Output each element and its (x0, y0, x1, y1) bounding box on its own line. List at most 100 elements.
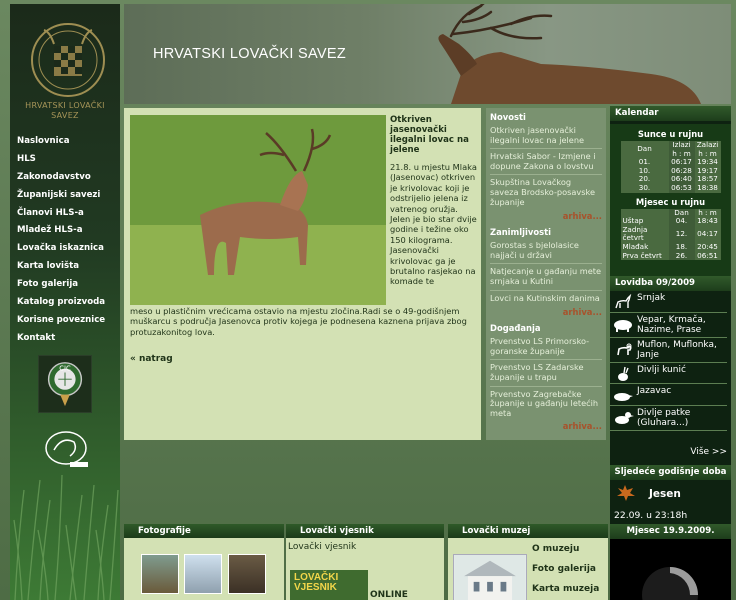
vjesnik-text: Lovački vjesnik (288, 542, 357, 552)
game-row-jazavac[interactable]: Jazavac (610, 384, 727, 406)
divider (490, 174, 602, 176)
nav-item-hls[interactable]: HLS (10, 151, 120, 169)
photo-thumbnail[interactable] (228, 554, 266, 594)
autumn-leaf-icon (617, 485, 635, 501)
sun-cell: 18:38 (694, 183, 721, 193)
game-label: Divlje patke (Gluhara...) (637, 407, 691, 428)
nav-item-mladez[interactable]: Mladež HLS-a (10, 222, 120, 240)
museum-box: Lovački muzej O muzeju Foto galerija Kar… (448, 524, 608, 600)
museum-link-gallery[interactable]: Foto galerija (532, 564, 596, 574)
game-label: Divlji kunić (637, 364, 686, 375)
article-body-side: 21.8. u mjestu Mlaka (Jasenovac) otkrive… (390, 162, 477, 287)
news-item[interactable]: Hrvatski Sabor - Izmjene i dopune Zakona… (486, 151, 606, 171)
rabbit-icon (618, 366, 629, 381)
main-navigation: Naslovnica HLS Zakonodavstvo Županijski … (10, 133, 120, 348)
nav-item-zakonodavstvo[interactable]: Zakonodavstvo (10, 169, 120, 187)
season-date: 22.09. u 23:18h (614, 510, 688, 521)
sun-header-set: Zalazi h : m (694, 140, 721, 159)
moon-cell: Prva četvrt (620, 251, 669, 261)
vjesnik-online-label[interactable]: ONLINE (370, 590, 408, 600)
game-row-patke[interactable]: Divlje patke (Gluhara...) (610, 406, 727, 431)
news-item[interactable]: Natjecanje u gađanju mete srnjaka u Kuti… (486, 266, 606, 286)
divider (490, 148, 602, 150)
news-item[interactable]: Prvenstvo Zagrebačke županije u gađanju … (486, 389, 606, 419)
divider (490, 289, 602, 291)
sun-cell: 30. (620, 183, 669, 193)
nav-item-kontakt[interactable]: Kontakt (10, 330, 120, 348)
events-archive-link[interactable]: arhiva... (486, 421, 606, 431)
game-row-vepar[interactable]: Vepar, Krmača, Nazime, Prase (610, 313, 727, 338)
divider (490, 359, 602, 361)
moon-cell: 06:51 (694, 251, 721, 261)
news-column: Novosti Otkriven jasenovački ilegalni lo… (486, 108, 606, 440)
news-item[interactable]: Lovci na Kutinskim danima (486, 293, 606, 304)
page: HRVATSKI LOVAČKI SAVEZ Naslovnica HLS Za… (0, 0, 736, 600)
photo-thumbnail[interactable] (184, 554, 222, 594)
game-row-srnjak[interactable]: Srnjak (610, 291, 727, 313)
mouflon-icon (617, 343, 632, 355)
game-row-muflon[interactable]: Muflon, Muflonka, Janje (610, 338, 727, 363)
interesting-archive-link[interactable]: arhiva... (486, 307, 606, 317)
museum-building-icon[interactable] (453, 554, 527, 600)
left-sidebar: HRVATSKI LOVAČKI SAVEZ Naslovnica HLS Za… (10, 4, 120, 600)
game-label: Jazavac (637, 386, 672, 396)
game-label: Vepar, Krmača, Nazime, Prase (637, 314, 706, 335)
nav-item-naslovnica[interactable]: Naslovnica (10, 133, 120, 151)
vjesnik-body: Lovački vjesnik LOVAČKI VJESNIK ONLINE (286, 538, 444, 600)
news-item[interactable]: Gorostas s bjelolasice najjači u državi (486, 240, 606, 260)
lovidba-title: Lovidba 09/2009 (610, 276, 731, 291)
vjesnik-title: Lovački vjesnik (286, 524, 444, 538)
nav-item-foto-galerija[interactable]: Foto galerija (10, 276, 120, 294)
news-item[interactable]: Prvenstvo LS Primorsko-goranske županije (486, 336, 606, 356)
game-row-kunic[interactable]: Divlji kunić (610, 363, 727, 384)
season-name: Jesen (649, 488, 681, 500)
moon-cell: 18:43 (694, 217, 721, 226)
roaring-stag-icon (438, 4, 701, 104)
nav-item-zupanijski-savezi[interactable]: Županijski savezi (10, 187, 120, 205)
season-title: Sljedeće godišnje doba (610, 465, 731, 480)
nav-item-clanovi[interactable]: Članovi HLS-a (10, 205, 120, 223)
sun-table: Dan Izlazi h : m Zalazi h : m 01. 06:17 19… (620, 140, 721, 193)
red-deer-photo-icon (130, 115, 386, 305)
badger-icon (614, 393, 633, 401)
moon-phase-title: Mjesec 19.9.2009. (610, 524, 731, 539)
museum-link-map[interactable]: Karta muzeja (532, 584, 599, 594)
photos-body (124, 538, 284, 600)
divider (490, 385, 602, 387)
season-panel: Sljedeće godišnje doba Jesen 22.09. u 23… (610, 465, 731, 525)
cic-badge-icon[interactable]: CIC (38, 355, 92, 413)
news-section-title: Događanja (490, 323, 541, 334)
lovidba-more-link[interactable]: Više >> (690, 447, 727, 457)
moon-table: Dan h : m Uštap 04. 18:43 Zadnja četvrt 12.… (620, 208, 721, 261)
photo-thumbnail[interactable] (141, 554, 179, 594)
site-title[interactable]: HRVATSKI LOVAČKI SAVEZ (153, 46, 346, 62)
vjesnik-box: Lovački vjesnik Lovački vjesnik LOVAČKI … (286, 524, 444, 600)
vjesnik-cover[interactable]: LOVAČKI VJESNIK (290, 570, 368, 600)
moon-cell: 04. (668, 217, 695, 226)
news-item[interactable]: Otkriven jasenovački ilegalni lovac na j… (486, 125, 606, 145)
right-sidebar: Kalendar Sunce u rujnu Dan Izlazi h : m … (610, 106, 731, 600)
news-item[interactable]: Skupština Lovačkog saveza Brodsko-posavs… (486, 178, 606, 207)
hls-logo-icon[interactable] (30, 22, 106, 98)
boar-icon (614, 319, 632, 332)
nav-item-katalog-proizvoda[interactable]: Katalog proizvoda (10, 294, 120, 312)
sun-header-day: Dan (620, 141, 669, 159)
news-section-title: Zanimljivosti (490, 227, 551, 238)
grass-decoration-icon (13, 474, 119, 600)
moon-image (610, 539, 731, 600)
calendar-panel: Sunce u rujnu Dan Izlazi h : m Zalazi h … (610, 124, 731, 276)
museum-link-about[interactable]: O muzeju (532, 544, 579, 554)
news-archive-link[interactable]: arhiva... (486, 211, 606, 221)
news-item[interactable]: Prvenstvo LS Zadarske županije u trapu (486, 362, 606, 382)
moon-cell: Zadnja četvrt (620, 225, 669, 243)
header-banner: HRVATSKI LOVAČKI SAVEZ (124, 4, 731, 104)
sun-cell: 06:53 (668, 183, 695, 193)
season-body: Jesen 22.09. u 23:18h (610, 480, 731, 524)
nav-item-lovacka-iskaznica[interactable]: Lovačka iskaznica (10, 240, 120, 258)
vjesnik-cover-title: LOVAČKI VJESNIK (294, 572, 339, 593)
nav-item-korisne-poveznice[interactable]: Korisne poveznice (10, 312, 120, 330)
nav-item-karta-lovista[interactable]: Karta lovišta (10, 258, 120, 276)
moon-month-title: Mjesec u rujnu (635, 196, 706, 207)
moon-panel: Mjesec 19.9.2009. (610, 524, 731, 600)
back-link[interactable]: « natrag (130, 354, 173, 364)
